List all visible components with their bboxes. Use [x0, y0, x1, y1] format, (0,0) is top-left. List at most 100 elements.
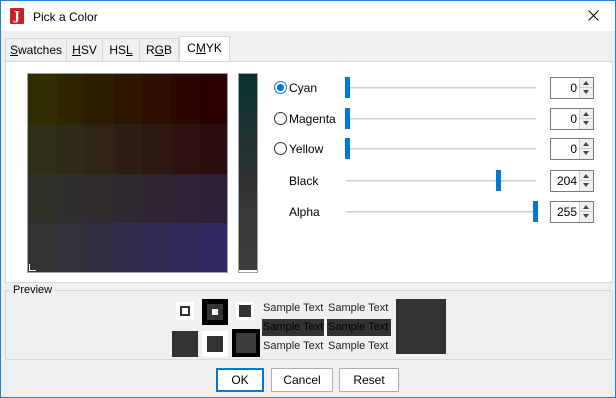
cyan-down-arrow-icon[interactable] — [580, 88, 593, 98]
color-area-cell — [199, 74, 227, 124]
color-area-cell — [142, 223, 171, 272]
cancel-button[interactable]: Cancel — [271, 368, 333, 392]
magenta-slider[interactable] — [345, 108, 536, 129]
tab-swatches[interactable]: Swatches — [5, 38, 67, 61]
color-area-cell — [199, 123, 227, 174]
yellow-value[interactable]: 0 — [570, 139, 577, 159]
black-up-arrow-icon[interactable] — [580, 171, 593, 181]
magenta-up-arrow-icon[interactable] — [580, 109, 593, 119]
preview-swatch — [202, 299, 228, 325]
alpha-slider-thumb[interactable] — [533, 201, 538, 222]
sample-text: Sample Text — [262, 319, 325, 336]
tab-hsl[interactable]: HSL — [102, 38, 140, 61]
alpha-label: Alpha — [289, 205, 320, 219]
app-icon: J — [10, 8, 24, 24]
sample-text: Sample Text — [327, 319, 392, 336]
sample-text: Sample Text — [328, 340, 389, 352]
yellow-radio[interactable] — [274, 142, 287, 155]
ok-button[interactable]: OK — [216, 368, 264, 392]
black-slider[interactable] — [346, 170, 536, 191]
black-value[interactable]: 204 — [557, 171, 577, 191]
sample-text: Sample Text — [328, 302, 389, 314]
color-area-cell — [28, 74, 57, 124]
magenta-spinner[interactable]: 0 — [550, 108, 594, 130]
color-picker-dialog: J Pick a Color Swatches HSV HSL RGB CMYK… — [0, 0, 616, 398]
color-area-cell — [170, 74, 200, 124]
cyan-slider[interactable] — [345, 77, 536, 98]
color-area-cell — [113, 74, 143, 124]
color-area-cell — [113, 173, 143, 224]
color-area-cell — [85, 74, 114, 124]
black-slider-thumb[interactable] — [496, 170, 501, 191]
yellow-label: Yellow — [289, 142, 324, 156]
yellow-row: Yellow 0 — [270, 137, 600, 161]
color-area-cell — [170, 223, 200, 272]
color-area-cell — [56, 123, 86, 174]
alpha-down-arrow-icon[interactable] — [580, 212, 593, 222]
tab-cmyk[interactable]: CMYK — [179, 36, 230, 63]
title-bar: J Pick a Color — [1, 1, 615, 31]
color-area-cell — [28, 123, 57, 174]
color-area-cell — [85, 173, 114, 224]
color-area-cell — [85, 223, 114, 272]
magenta-radio[interactable] — [274, 112, 287, 125]
color-area-cell — [113, 223, 143, 272]
tab-rgb[interactable]: RGB — [139, 38, 179, 61]
reset-button[interactable]: Reset — [339, 368, 399, 392]
color-area-cell — [113, 123, 143, 174]
alpha-row: Alpha 255 — [270, 200, 600, 224]
alpha-slider[interactable] — [346, 201, 538, 222]
preview-swatch — [172, 331, 198, 357]
close-icon — [588, 10, 599, 21]
magenta-value[interactable]: 0 — [570, 109, 577, 129]
magenta-down-arrow-icon[interactable] — [580, 119, 593, 129]
magenta-row: Magenta 0 — [270, 107, 600, 131]
yellow-down-arrow-icon[interactable] — [580, 149, 593, 159]
yellow-up-arrow-icon[interactable] — [580, 139, 593, 149]
sample-text: Sample Text — [263, 302, 324, 314]
preview-legend: Preview — [10, 284, 56, 296]
preview-group: Preview Sample Text Sample Text Sample T… — [5, 284, 613, 360]
cmyk-panel: Cyan 0 Magenta 0 Yellow 0 Black 204 Alph… — [5, 61, 613, 283]
yellow-slider-thumb[interactable] — [345, 138, 350, 159]
magenta-label: Magenta — [289, 112, 336, 126]
color-area-cell — [85, 123, 114, 174]
cyan-strip[interactable] — [238, 73, 258, 273]
cyan-row: Cyan 0 — [270, 76, 600, 100]
black-spinner[interactable]: 204 — [550, 170, 594, 192]
close-button[interactable] — [579, 5, 609, 27]
color-area-cell — [28, 173, 57, 224]
cyan-strip-marker — [239, 270, 257, 272]
sample-text: Sample Text — [263, 340, 324, 352]
yellow-spinner[interactable]: 0 — [550, 138, 594, 160]
black-row: Black 204 — [270, 169, 600, 193]
preview-swatch — [236, 302, 254, 320]
yellow-slider[interactable] — [345, 138, 536, 159]
alpha-spinner[interactable]: 255 — [550, 201, 594, 223]
color-area-cell — [199, 223, 227, 272]
cyan-up-arrow-icon[interactable] — [580, 78, 593, 88]
black-label: Black — [289, 174, 319, 188]
dialog-title: Pick a Color — [33, 10, 98, 24]
color-area-grid — [28, 74, 227, 272]
black-down-arrow-icon[interactable] — [580, 181, 593, 191]
alpha-value[interactable]: 255 — [557, 202, 577, 222]
preview-color-box — [396, 299, 446, 354]
color-area-cell — [142, 173, 171, 224]
color-area-cell — [199, 173, 227, 224]
cyan-label: Cyan — [289, 81, 318, 95]
preview-swatch — [232, 329, 260, 357]
cyan-value[interactable]: 0 — [570, 78, 577, 98]
cyan-slider-thumb[interactable] — [345, 77, 350, 98]
color-area[interactable] — [27, 73, 228, 273]
cyan-spinner[interactable]: 0 — [550, 77, 594, 99]
magenta-slider-thumb[interactable] — [345, 108, 350, 129]
cyan-radio[interactable] — [274, 81, 287, 94]
alpha-up-arrow-icon[interactable] — [580, 202, 593, 212]
color-area-cell — [142, 123, 171, 174]
color-area-cell — [56, 173, 86, 224]
preview-swatch — [176, 302, 194, 320]
tab-hsv[interactable]: HSV — [66, 38, 103, 61]
color-area-marker — [29, 264, 36, 271]
color-area-cell — [142, 74, 171, 124]
